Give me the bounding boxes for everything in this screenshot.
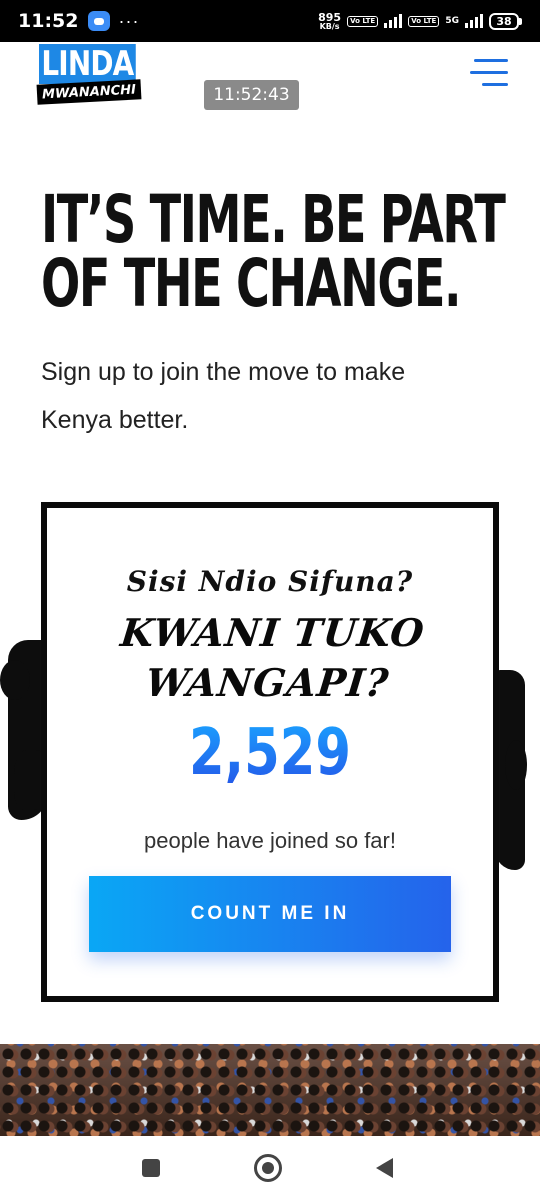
signup-count: 2,529 — [92, 718, 449, 788]
battery-level: 38 — [489, 12, 519, 30]
crowd-photo — [0, 1044, 540, 1136]
signup-counter-card: Sisi Ndio Sifuna? KWANI TUKO WANGAPI? 2,… — [41, 502, 499, 1002]
page-title: IT’S TIME. BE PART OF THE CHANGE. — [41, 181, 506, 322]
volte-badge-2: Vo LTE — [408, 15, 440, 27]
status-indicators: 895 KB/s Vo LTE Vo LTE 5G 38 — [318, 12, 522, 31]
site-logo[interactable]: LINDA MWANANCHI — [36, 44, 142, 105]
system-nav-bar — [0, 1136, 540, 1200]
status-bar: 11:52 ··· 895 KB/s Vo LTE Vo LTE 5G 38 — [0, 0, 540, 42]
more-notifications-icon: ··· — [118, 11, 140, 31]
status-time: 11:52 — [18, 10, 79, 32]
battery-icon: 38 — [489, 12, 522, 30]
signup-count-label: people have joined so far! — [144, 828, 396, 853]
logo-linda: LINDA — [39, 44, 136, 84]
network-generation: 5G — [445, 15, 459, 26]
signal-strength-icon — [384, 14, 403, 28]
count-me-in-button[interactable]: COUNT ME IN — [89, 876, 451, 952]
network-speed: 895 KB/s — [318, 12, 341, 31]
network-speed-value: 895 — [318, 10, 342, 24]
volte-badge-1: Vo LTE — [347, 15, 379, 27]
logo-mwananchi: MWANANCHI — [36, 79, 142, 105]
circle-icon[interactable] — [254, 1154, 282, 1182]
hamburger-menu-icon[interactable] — [468, 55, 512, 91]
network-speed-unit: KB/s — [319, 21, 340, 31]
chat-notification-icon — [88, 11, 111, 31]
card-tagline: Sisi Ndio Sifuna? — [126, 565, 414, 598]
page-subtitle: Sign up to join the move to make Kenya b… — [41, 358, 406, 434]
time-overlay: 11:52:43 — [204, 80, 299, 110]
signal-strength-icon-2 — [465, 14, 483, 28]
card-headline: KWANI TUKO WANGAPI? — [118, 610, 427, 705]
square-icon[interactable] — [142, 1159, 160, 1177]
triangle-back-icon[interactable] — [376, 1158, 393, 1178]
